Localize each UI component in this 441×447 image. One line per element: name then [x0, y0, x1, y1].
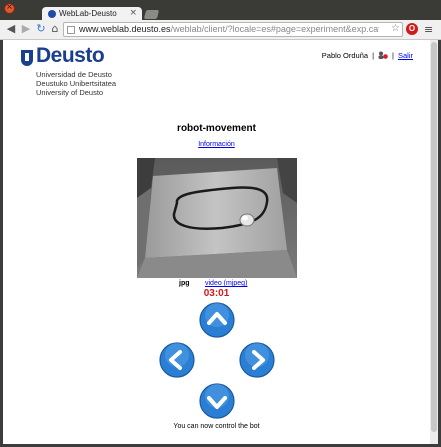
url-path: /weblab/client/?locale=es#page=experimen…: [170, 24, 379, 34]
browser-tab[interactable]: WebLab-Deusto ×: [42, 7, 142, 21]
page-icon: [67, 26, 75, 34]
page-scrollbar[interactable]: [430, 40, 438, 444]
info-link[interactable]: Información: [3, 141, 430, 148]
move-left-button[interactable]: [159, 342, 195, 378]
reload-icon[interactable]: ↻: [35, 23, 47, 35]
logo-name: Deusto: [36, 44, 105, 67]
move-right-button[interactable]: [239, 342, 275, 378]
separator: |: [372, 51, 375, 60]
experiment-title: robot-movement: [177, 123, 256, 134]
session-timer: 03:01: [203, 288, 230, 299]
logo-line-2: Deustuko Unibertsitatea: [36, 79, 117, 88]
forward-arrow-icon[interactable]: ▶: [20, 23, 32, 35]
tab-title: WebLab-Deusto: [59, 9, 117, 18]
separator-2: |: [392, 51, 394, 60]
menu-icon[interactable]: ≡: [424, 23, 433, 36]
tab-close-icon[interactable]: ×: [129, 8, 137, 18]
url-text[interactable]: www.weblab.deusto.es/weblab/client/?loca…: [79, 24, 379, 34]
opera-extension-icon[interactable]: O: [406, 23, 418, 35]
users-icon[interactable]: [378, 51, 388, 59]
move-down-button[interactable]: [199, 383, 235, 419]
bookmark-star-icon[interactable]: ☆: [391, 23, 400, 34]
window-close-button[interactable]: ×: [4, 2, 15, 14]
camera-image: [137, 158, 297, 278]
browser-toolbar: ◀ ▶ ↻ ⌂ www.weblab.deusto.es/weblab/clie…: [0, 20, 441, 40]
new-tab-button[interactable]: [143, 10, 160, 19]
home-icon[interactable]: ⌂: [49, 23, 61, 35]
scroll-thumb[interactable]: [431, 42, 437, 432]
address-bar[interactable]: www.weblab.deusto.es/weblab/client/?loca…: [63, 22, 403, 37]
format-jpg: jpg: [179, 280, 190, 287]
camera-feed: [137, 158, 297, 278]
user-area: Pablo Orduña | | Salir: [322, 50, 413, 60]
deusto-shield-icon: [21, 50, 33, 66]
window-titlebar: × WebLab-Deusto ×: [0, 0, 441, 21]
user-name: Pablo Orduña: [321, 51, 369, 60]
control-status-text: You can now control the bot: [173, 423, 260, 430]
format-video-link[interactable]: video (mjpeg): [205, 280, 247, 287]
tab-favicon-icon: [48, 10, 56, 18]
logout-link[interactable]: Salir: [398, 51, 413, 60]
move-up-button[interactable]: [199, 302, 235, 338]
back-arrow-icon[interactable]: ◀: [5, 23, 17, 35]
logo-line-3: University of Deusto: [36, 88, 104, 97]
logo-line-1: Universidad de Deusto: [36, 70, 112, 79]
url-host: www.weblab.deusto.es: [79, 24, 171, 34]
page-viewport: Deusto Universidad de Deusto Deustuko Un…: [3, 40, 430, 444]
